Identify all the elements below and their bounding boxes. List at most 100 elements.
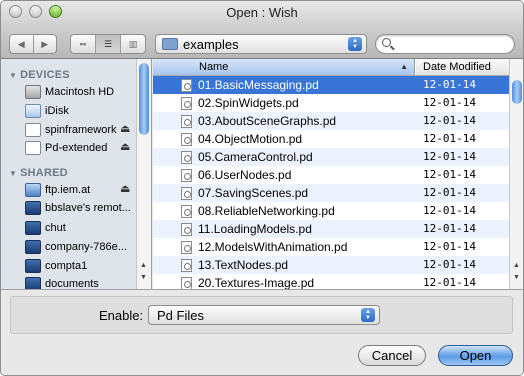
scroll-down-arrow-icon[interactable]: ▼ bbox=[513, 274, 520, 281]
file-name: 01.BasicMessaging.pd bbox=[198, 78, 319, 92]
list-view-button[interactable]: ☰ bbox=[95, 35, 120, 53]
view-mode-control: ▪▪ ☰ ▥ bbox=[70, 34, 146, 54]
column-header: Name ▲ Date Modified bbox=[153, 59, 509, 76]
sidebar-scrollbar[interactable]: ▲ ▼ bbox=[136, 59, 151, 289]
back-button[interactable]: ◀ bbox=[10, 35, 33, 53]
disclosure-triangle-icon[interactable]: ▼ bbox=[9, 169, 17, 178]
sidebar: ▼ DEVICES Macintosh HD iDisk spinframewor… bbox=[1, 59, 152, 289]
name-column-header[interactable]: Name ▲ bbox=[153, 59, 415, 75]
icon-view-icon: ▪▪ bbox=[79, 39, 87, 49]
sidebar-item-spinframework[interactable]: spinframework ⏏ bbox=[25, 122, 137, 140]
eject-icon[interactable]: ⏏ bbox=[120, 140, 130, 153]
popup-arrows-icon: ▲ ▼ bbox=[361, 308, 375, 322]
table-row[interactable]: 13.TextNodes.pd 12-01-14 bbox=[153, 256, 509, 274]
table-row[interactable]: 11.LoadingModels.pd 12-01-14 bbox=[153, 220, 509, 238]
open-button[interactable]: Open bbox=[438, 345, 513, 366]
sidebar-item-label: iDisk bbox=[45, 105, 69, 117]
sidebar-item-compta1[interactable]: compta1 bbox=[25, 258, 137, 276]
pd-file-icon bbox=[181, 97, 192, 110]
sidebar-item-ftp[interactable]: ftp.iem.at ⏏ bbox=[25, 182, 137, 200]
idisk-icon bbox=[25, 104, 41, 118]
sidebar-item-bbslave[interactable]: bbslave's remot... bbox=[25, 200, 137, 218]
forward-arrow-icon: ▶ bbox=[41, 38, 49, 49]
table-row[interactable]: 08.ReliableNetworking.pd 12-01-14 bbox=[153, 202, 509, 220]
monitor-icon bbox=[25, 221, 41, 235]
file-list-scrollbar[interactable]: ▲ ▼ bbox=[509, 59, 523, 289]
monitor-icon bbox=[25, 240, 41, 254]
date-modified-column-header[interactable]: Date Modified bbox=[416, 59, 509, 75]
file-date: 12-01-14 bbox=[423, 204, 476, 217]
file-name: 05.CameraControl.pd bbox=[198, 150, 313, 164]
hard-drive-icon bbox=[25, 85, 41, 99]
file-date: 12-01-14 bbox=[423, 132, 476, 145]
table-row[interactable]: 02.SpinWidgets.pd 12-01-14 bbox=[153, 94, 509, 112]
sidebar-item-label: Macintosh HD bbox=[45, 86, 115, 98]
back-forward-control: ◀ ▶ bbox=[9, 34, 57, 54]
eject-icon[interactable]: ⏏ bbox=[120, 122, 130, 135]
table-row[interactable]: 12.ModelsWithAnimation.pd 12-01-14 bbox=[153, 238, 509, 256]
cancel-button[interactable]: Cancel bbox=[358, 345, 426, 366]
sidebar-item-pd-extended[interactable]: Pd-extended ⏏ bbox=[25, 140, 137, 158]
forward-button[interactable]: ▶ bbox=[32, 35, 57, 53]
list-view-icon: ☰ bbox=[103, 38, 113, 49]
disk-image-icon bbox=[25, 123, 41, 137]
sidebar-item-macintosh-hd[interactable]: Macintosh HD bbox=[25, 84, 137, 102]
pd-file-icon bbox=[181, 169, 192, 182]
pd-file-icon bbox=[181, 241, 192, 254]
path-popup[interactable]: examples ▲ ▼ bbox=[155, 34, 367, 54]
path-popup-label: examples bbox=[183, 37, 239, 52]
file-date: 12-01-14 bbox=[423, 276, 476, 289]
sidebar-item-label: company-786e... bbox=[45, 241, 127, 253]
file-list: Name ▲ Date Modified 01.BasicMessaging.p… bbox=[153, 59, 523, 289]
column-label: Date Modified bbox=[423, 61, 491, 73]
scrollbar-thumb[interactable] bbox=[139, 63, 149, 135]
table-row[interactable]: 07.SavingScenes.pd 12-01-14 bbox=[153, 184, 509, 202]
file-name: 08.ReliableNetworking.pd bbox=[198, 204, 335, 218]
column-view-icon: ▥ bbox=[128, 38, 138, 49]
icon-view-button[interactable]: ▪▪ bbox=[71, 35, 95, 53]
pd-file-icon bbox=[181, 133, 192, 146]
file-name: 13.TextNodes.pd bbox=[198, 258, 289, 272]
pd-file-icon bbox=[181, 187, 192, 200]
table-row[interactable]: 20.Textures-Image.pd 12-01-14 bbox=[153, 274, 509, 289]
scroll-up-arrow-icon[interactable]: ▲ bbox=[140, 262, 147, 269]
search-field[interactable] bbox=[375, 34, 515, 54]
pd-file-icon bbox=[181, 277, 192, 289]
pd-file-icon bbox=[181, 115, 192, 128]
monitor-icon bbox=[25, 201, 41, 215]
file-name: 20.Textures-Image.pd bbox=[198, 276, 315, 289]
scroll-up-arrow-icon[interactable]: ▲ bbox=[513, 262, 520, 269]
sidebar-item-label: documents bbox=[45, 278, 99, 289]
sidebar-header-shared: ▼ SHARED bbox=[9, 167, 68, 179]
table-row[interactable]: 05.CameraControl.pd 12-01-14 bbox=[153, 148, 509, 166]
file-name: 02.SpinWidgets.pd bbox=[198, 96, 299, 110]
search-icon bbox=[382, 38, 391, 47]
table-row[interactable]: 04.ObjectMotion.pd 12-01-14 bbox=[153, 130, 509, 148]
file-date: 12-01-14 bbox=[423, 96, 476, 109]
eject-icon[interactable]: ⏏ bbox=[120, 182, 130, 195]
file-name: 11.LoadingModels.pd bbox=[198, 222, 312, 236]
scroll-down-arrow-icon[interactable]: ▼ bbox=[140, 274, 147, 281]
popup-arrows-icon: ▲ ▼ bbox=[348, 37, 362, 51]
pd-file-icon bbox=[181, 259, 192, 272]
sidebar-item-company[interactable]: company-786e... bbox=[25, 239, 137, 257]
table-row[interactable]: 03.AboutSceneGraphs.pd 12-01-14 bbox=[153, 112, 509, 130]
file-type-popup[interactable]: Pd Files ▲ ▼ bbox=[148, 305, 380, 325]
pd-file-icon bbox=[181, 151, 192, 164]
table-row[interactable]: 06.UserNodes.pd 12-01-14 bbox=[153, 166, 509, 184]
disk-image-icon bbox=[25, 141, 41, 155]
sidebar-item-label: spinframework bbox=[45, 124, 117, 136]
disclosure-triangle-icon[interactable]: ▼ bbox=[9, 71, 17, 80]
sidebar-item-idisk[interactable]: iDisk bbox=[25, 103, 137, 121]
column-view-button[interactable]: ▥ bbox=[120, 35, 145, 53]
folder-icon bbox=[162, 38, 178, 50]
window-title: Open : Wish bbox=[226, 5, 298, 20]
monitor-icon bbox=[25, 259, 41, 273]
sidebar-item-label: Pd-extended bbox=[45, 142, 108, 154]
file-name: 03.AboutSceneGraphs.pd bbox=[198, 114, 337, 128]
sidebar-item-documents[interactable]: documents bbox=[25, 276, 137, 289]
table-row[interactable]: 01.BasicMessaging.pd 12-01-14 bbox=[153, 76, 509, 94]
file-name: 06.UserNodes.pd bbox=[198, 168, 292, 182]
scrollbar-thumb[interactable] bbox=[512, 80, 522, 104]
sidebar-item-chut[interactable]: chut bbox=[25, 220, 137, 238]
